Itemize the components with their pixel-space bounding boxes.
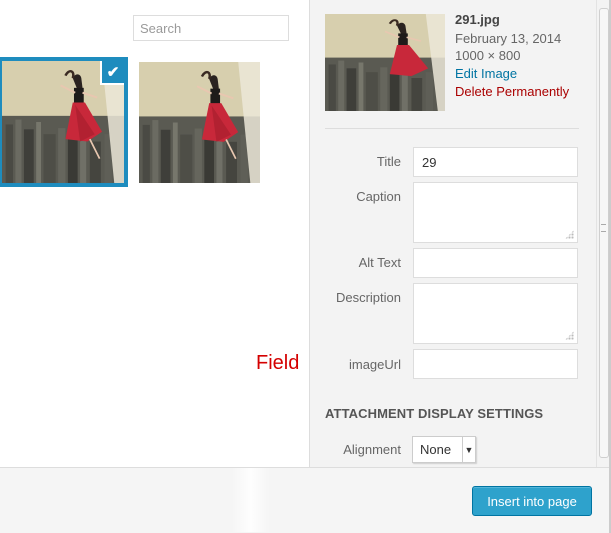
imageurl-field[interactable] [413,349,578,379]
sidebar-scrollbar[interactable] [596,0,610,467]
alignment-select[interactable]: None ▼ [412,436,476,463]
divider [325,128,579,129]
city-photo-image [325,14,445,111]
resize-grip-icon[interactable] [565,331,574,340]
scrollbar-grip-icon [601,224,606,232]
description-field[interactable] [413,283,578,344]
photo-illustration [139,62,260,183]
photo-illustration [325,14,445,111]
attachment-date: February 13, 2014 [455,31,562,46]
scrollbar-thumb[interactable] [599,8,609,458]
title-label: Title [376,154,401,169]
media-modal: ✔ [0,0,611,533]
imageurl-label: imageUrl [348,357,401,372]
attachment-thumbnail[interactable] [139,62,260,183]
display-settings-heading: ATTACHMENT DISPLAY SETTINGS [325,406,544,421]
attachment-dimensions: 1000 × 800 [455,48,521,63]
description-label: Description [335,290,401,305]
attachment-thumbnail-selected[interactable]: ✔ [0,57,128,187]
media-grid: ✔ [0,0,349,467]
alignment-label: Alignment [343,442,401,457]
title-field[interactable] [413,147,578,177]
edit-image-link[interactable]: Edit Image [455,66,517,81]
insert-into-page-button[interactable]: Insert into page [472,486,592,516]
city-photo-image [139,62,260,183]
alignment-select-value: None [420,442,452,457]
dropdown-arrow-icon[interactable]: ▼ [462,437,475,462]
alt-text-label: Alt Text [358,255,401,270]
toolbar-highlight [232,468,270,532]
search-input[interactable] [133,15,289,41]
checkmark-icon[interactable]: ✔ [100,61,124,85]
annotation-label: Field [256,352,300,374]
alt-text-field[interactable] [413,248,578,278]
attachment-preview-image [325,14,445,111]
caption-label: Caption [356,189,401,204]
attachment-filename: 291.jpg [455,12,500,27]
caption-field[interactable] [413,182,578,243]
delete-permanently-link[interactable]: Delete Permanently [455,84,569,99]
resize-grip-icon[interactable] [565,230,574,239]
